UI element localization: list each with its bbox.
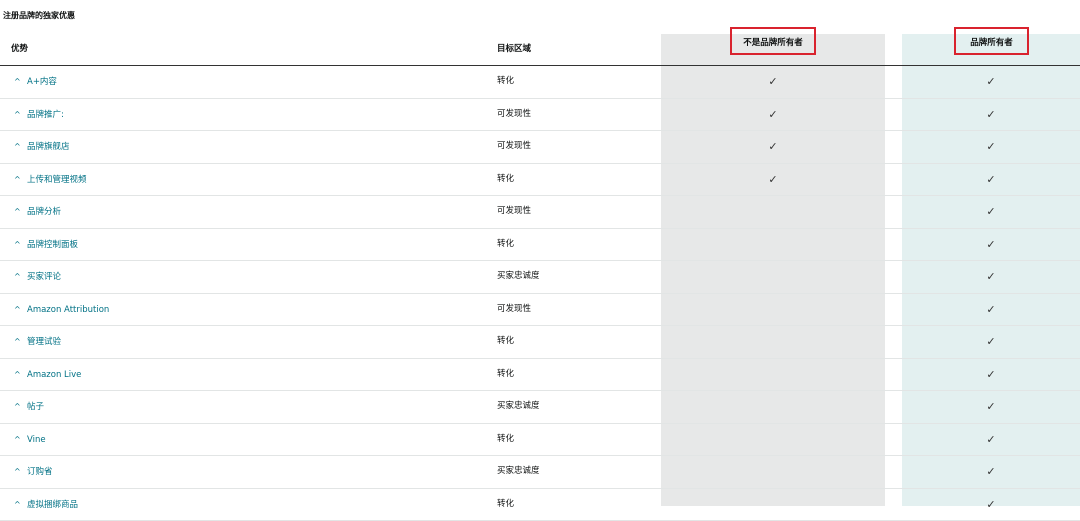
target-area-value: 转化 xyxy=(497,326,514,357)
chevron-up-icon: ^ xyxy=(14,261,24,292)
table-row: ^管理试验 转化 ✓ xyxy=(0,326,1080,359)
table-row: ^品牌推广: 可发现性 ✓ ✓ xyxy=(0,99,1080,132)
advantage-label: 帖子 xyxy=(27,402,44,412)
chevron-up-icon: ^ xyxy=(14,196,24,227)
header-brand-owner: 品牌所有者 xyxy=(954,27,1029,55)
target-area-value: 可发现性 xyxy=(497,99,531,130)
advantage-expand-link[interactable]: ^品牌旗舰店 xyxy=(14,131,70,163)
advantage-expand-link[interactable]: ^Amazon Attribution xyxy=(14,294,109,326)
advantage-label: 买家评论 xyxy=(27,272,61,282)
chevron-up-icon: ^ xyxy=(14,359,24,390)
chevron-up-icon: ^ xyxy=(14,391,24,422)
advantage-expand-link[interactable]: ^A+内容 xyxy=(14,66,57,98)
table-header: 优势 目标区域 不是品牌所有者 品牌所有者 xyxy=(0,34,1080,66)
advantage-label: 品牌旗舰店 xyxy=(27,142,70,152)
target-area-value: 买家忠诚度 xyxy=(497,391,540,422)
advantage-expand-link[interactable]: ^品牌分析 xyxy=(14,196,61,228)
advantage-label: 品牌推广: xyxy=(27,110,64,120)
advantage-expand-link[interactable]: ^品牌控制面板 xyxy=(14,229,78,261)
page-title: 注册品牌的独家优惠 xyxy=(3,10,75,21)
table-row: ^品牌分析 可发现性 ✓ xyxy=(0,196,1080,229)
advantage-expand-link[interactable]: ^上传和管理视频 xyxy=(14,164,87,196)
owner-check-icon: ✓ xyxy=(981,66,1001,97)
advantage-label: 订购省 xyxy=(27,467,53,477)
owner-check-icon: ✓ xyxy=(981,131,1001,162)
chevron-up-icon: ^ xyxy=(14,489,24,520)
advantage-label: 虚拟捆绑商品 xyxy=(27,500,78,510)
table-row: ^Vine 转化 ✓ xyxy=(0,424,1080,457)
table-body: ^A+内容转化✓✓^品牌推广:可发现性✓✓^品牌旗舰店可发现性✓✓^上传和管理视… xyxy=(0,66,1080,521)
advantage-label: Amazon Live xyxy=(27,370,81,380)
target-area-value: 转化 xyxy=(497,229,514,260)
table-row: ^虚拟捆绑商品 转化 ✓ xyxy=(0,489,1080,521)
advantage-expand-link[interactable]: ^虚拟捆绑商品 xyxy=(14,489,78,521)
table-row: ^订购省 买家忠诚度 ✓ xyxy=(0,456,1080,489)
chevron-up-icon: ^ xyxy=(14,164,24,195)
owner-check-icon: ✓ xyxy=(981,456,1001,487)
chevron-up-icon: ^ xyxy=(14,99,24,130)
target-area-value: 转化 xyxy=(497,66,514,97)
target-area-value: 可发现性 xyxy=(497,196,531,227)
advantage-expand-link[interactable]: ^Amazon Live xyxy=(14,359,81,391)
chevron-up-icon: ^ xyxy=(14,424,24,455)
owner-check-icon: ✓ xyxy=(981,391,1001,422)
non-owner-check-icon: ✓ xyxy=(763,164,783,195)
owner-check-icon: ✓ xyxy=(981,294,1001,325)
advantage-expand-link[interactable]: ^订购省 xyxy=(14,456,53,488)
owner-check-icon: ✓ xyxy=(981,326,1001,357)
header-non-brand-owner: 不是品牌所有者 xyxy=(730,27,816,55)
advantage-label: Amazon Attribution xyxy=(27,305,109,315)
non-owner-check-icon: ✓ xyxy=(763,99,783,130)
advantage-expand-link[interactable]: ^品牌推广: xyxy=(14,99,64,131)
advantage-label: 管理试验 xyxy=(27,337,61,347)
table-row: ^品牌控制面板 转化 ✓ xyxy=(0,229,1080,262)
target-area-value: 转化 xyxy=(497,164,514,195)
target-area-value: 转化 xyxy=(497,424,514,455)
owner-check-icon: ✓ xyxy=(981,261,1001,292)
table-row: ^Amazon Attribution 可发现性 ✓ xyxy=(0,294,1080,327)
owner-check-icon: ✓ xyxy=(981,489,1001,520)
chevron-up-icon: ^ xyxy=(14,131,24,162)
chevron-up-icon: ^ xyxy=(14,456,24,487)
advantage-expand-link[interactable]: ^管理试验 xyxy=(14,326,61,358)
header-target-area: 目标区域 xyxy=(497,34,531,65)
advantage-label: 品牌控制面板 xyxy=(27,240,78,250)
non-owner-check-icon: ✓ xyxy=(763,131,783,162)
chevron-up-icon: ^ xyxy=(14,294,24,325)
table-row: ^品牌旗舰店 可发现性 ✓ ✓ xyxy=(0,131,1080,164)
chevron-up-icon: ^ xyxy=(14,66,24,97)
advantage-label: 品牌分析 xyxy=(27,207,61,217)
target-area-value: 买家忠诚度 xyxy=(497,261,540,292)
advantage-expand-link[interactable]: ^买家评论 xyxy=(14,261,61,293)
owner-check-icon: ✓ xyxy=(981,424,1001,455)
chevron-up-icon: ^ xyxy=(14,326,24,357)
table-row: ^买家评论 买家忠诚度 ✓ xyxy=(0,261,1080,294)
non-owner-check-icon: ✓ xyxy=(763,66,783,97)
header-advantage: 优势 xyxy=(11,34,28,65)
table-row: ^上传和管理视频 转化 ✓ ✓ xyxy=(0,164,1080,197)
advantage-label: A+内容 xyxy=(27,77,57,87)
advantage-label: 上传和管理视频 xyxy=(27,175,87,185)
owner-check-icon: ✓ xyxy=(981,164,1001,195)
table-row: ^A+内容 转化 ✓ ✓ xyxy=(0,66,1080,99)
advantage-expand-link[interactable]: ^Vine xyxy=(14,424,46,456)
chevron-up-icon: ^ xyxy=(14,229,24,260)
target-area-value: 可发现性 xyxy=(497,131,531,162)
target-area-value: 可发现性 xyxy=(497,294,531,325)
target-area-value: 转化 xyxy=(497,359,514,390)
advantage-label: Vine xyxy=(27,435,46,445)
owner-check-icon: ✓ xyxy=(981,359,1001,390)
advantage-expand-link[interactable]: ^帖子 xyxy=(14,391,44,423)
owner-check-icon: ✓ xyxy=(981,99,1001,130)
target-area-value: 转化 xyxy=(497,489,514,520)
table-row: ^Amazon Live 转化 ✓ xyxy=(0,359,1080,392)
owner-check-icon: ✓ xyxy=(981,229,1001,260)
table-row: ^帖子 买家忠诚度 ✓ xyxy=(0,391,1080,424)
owner-check-icon: ✓ xyxy=(981,196,1001,227)
target-area-value: 买家忠诚度 xyxy=(497,456,540,487)
